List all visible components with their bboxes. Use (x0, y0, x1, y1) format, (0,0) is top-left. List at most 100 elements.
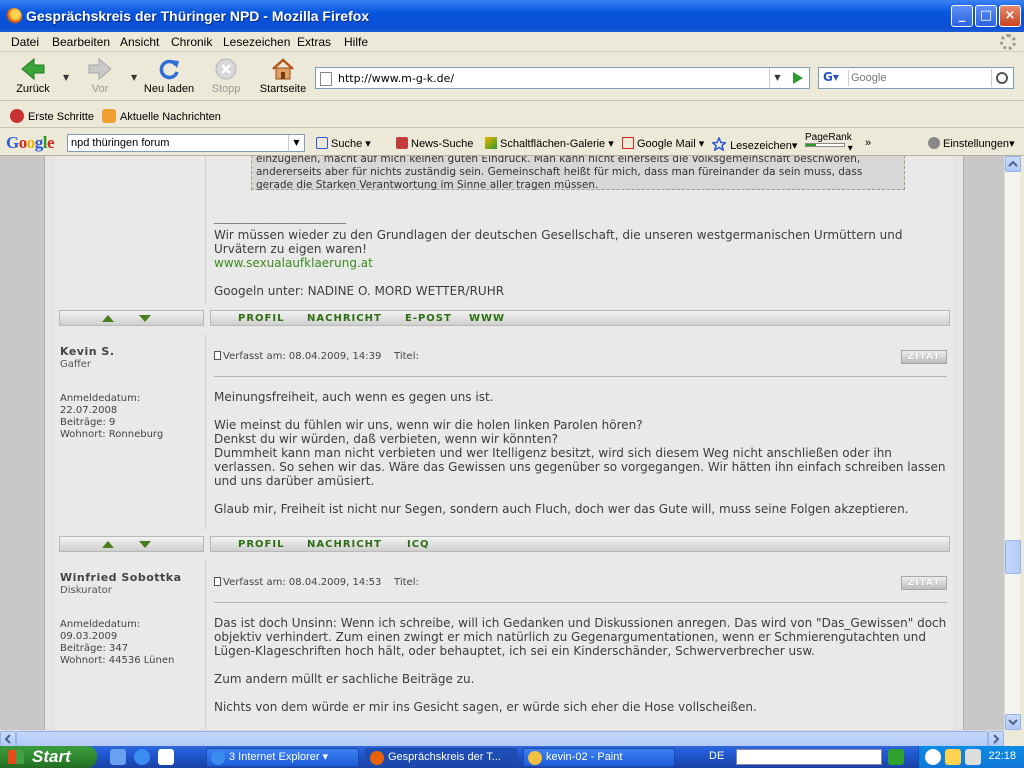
stop-button[interactable]: Stopp (206, 55, 246, 99)
post-icon (214, 351, 221, 360)
google-engine-icon[interactable]: G▾ (821, 70, 849, 86)
scroll-down-button[interactable] (1005, 714, 1021, 730)
google-g-icon (316, 137, 328, 149)
post-author[interactable]: Kevin S. (60, 345, 115, 358)
url-input[interactable] (338, 70, 778, 86)
www-button[interactable]: WWW (469, 313, 505, 324)
google-search-input[interactable] (71, 136, 283, 150)
menu-bearbeiten[interactable]: Bearbeiten (52, 35, 110, 49)
tray-network-icon[interactable] (965, 749, 981, 765)
start-button[interactable]: Start (0, 746, 97, 768)
scroll-down-arrow-icon[interactable] (139, 315, 151, 322)
tray-back-icon[interactable] (925, 749, 941, 765)
bookmark-aktuelle-nachrichten[interactable]: Aktuelle Nachrichten (102, 109, 221, 123)
google-search-box[interactable]: ▼ (67, 134, 305, 152)
forward-arrow-icon (87, 57, 113, 81)
stop-icon (213, 57, 239, 81)
url-bar[interactable]: ▼ (315, 67, 810, 89)
quicklaunch-media-icon[interactable] (110, 749, 126, 765)
signature-link[interactable]: www.sexualaufklaerung.at (214, 256, 949, 270)
star-icon (710, 136, 728, 152)
google-mail-button[interactable]: Google Mail ▾ (622, 137, 704, 150)
zitat-button[interactable]: ZITAT (901, 350, 947, 364)
profil-button[interactable]: PROFIL (238, 539, 284, 550)
scroll-down-arrow-icon[interactable] (139, 541, 151, 548)
nachricht-button[interactable]: NACHRICHT (307, 313, 382, 324)
home-button[interactable]: Startseite (256, 55, 310, 99)
throbber-icon (1000, 34, 1016, 50)
scroll-right-button[interactable] (988, 731, 1004, 747)
search-icon[interactable] (991, 69, 1011, 87)
post-author[interactable]: Winfried Sobottka (60, 571, 182, 584)
search-input[interactable] (851, 70, 989, 86)
google-news-button[interactable]: News-Suche (396, 137, 473, 150)
settings-icon (928, 137, 940, 149)
menu-ansicht[interactable]: Ansicht (120, 35, 159, 49)
reload-button[interactable]: Neu laden (142, 55, 196, 99)
post-author-rank: Diskurator (60, 585, 112, 596)
menu-extras[interactable]: Extras (297, 35, 331, 49)
horizontal-scroll-thumb[interactable] (16, 731, 988, 747)
search-bar[interactable]: G▾ (818, 67, 1014, 89)
post-author-meta: Anmeldedatum: 09.03.2009 Beiträge: 347 W… (60, 619, 175, 666)
bookmark-erste-schritte[interactable]: Erste Schritte (10, 109, 94, 123)
profil-button[interactable]: PROFIL (238, 313, 284, 324)
horizontal-scrollbar[interactable] (0, 730, 1004, 747)
column-divider (205, 334, 206, 530)
paint-icon (528, 751, 542, 765)
menu-chronik[interactable]: Chronik (171, 35, 212, 49)
task-paint[interactable]: kevin-02 - Paint (523, 748, 675, 767)
taskbar-search[interactable] (736, 749, 882, 765)
minimize-button[interactable]: _ (951, 5, 973, 27)
scroll-up-arrow-icon[interactable] (102, 541, 114, 548)
go-icon[interactable] (787, 69, 807, 87)
post-nav-bar (59, 536, 204, 552)
scroll-left-button[interactable] (0, 731, 16, 747)
menu-datei[interactable]: Datei (11, 35, 39, 49)
scroll-up-button[interactable] (1005, 156, 1021, 172)
quote-block: einzugehen, macht auf mich keinen guten … (251, 156, 905, 191)
column-divider (205, 156, 206, 304)
google-gallery-button[interactable]: Schaltflächen-Galerie ▾ (485, 137, 614, 150)
title-bar[interactable]: Gesprächskreis der Thüringer NPD - Mozil… (0, 0, 1024, 32)
icq-button[interactable]: ICQ (407, 539, 430, 550)
pagerank-indicator[interactable]: PageRank ▾ (805, 132, 853, 154)
close-button[interactable]: × (999, 5, 1021, 27)
menu-lesezeichen[interactable]: Lesezeichen (223, 35, 290, 49)
google-settings-button[interactable]: Einstellungen▾ (928, 137, 1015, 150)
task-firefox[interactable]: Gesprächskreis der T... (365, 748, 517, 767)
rss-icon (102, 109, 116, 123)
google-search-button[interactable]: Suche ▾ (316, 137, 371, 150)
tray-icon[interactable] (945, 749, 961, 765)
google-logo[interactable]: Google (6, 133, 55, 153)
quicklaunch-desktop-icon[interactable] (158, 749, 174, 765)
task-internet-explorer[interactable]: 3 Internet Explorer ▾ (206, 748, 359, 767)
post-action-bar: PROFIL NACHRICHT ICQ (55, 536, 953, 554)
forward-button[interactable]: Vor (80, 55, 120, 99)
back-button[interactable]: Zurück (10, 55, 56, 99)
google-bookmarks-button[interactable]: Lesezeichen▾ (710, 136, 797, 152)
post-header: Verfasst am: 08.04.2009, 14:39 Titel: (214, 351, 419, 362)
menu-hilfe[interactable]: Hilfe (344, 35, 368, 49)
google-more-button[interactable]: » (865, 137, 871, 149)
zitat-button[interactable]: ZITAT (901, 576, 947, 590)
post-icon (214, 577, 221, 586)
nachricht-button[interactable]: NACHRICHT (307, 539, 382, 550)
maximize-button[interactable]: □ (975, 5, 997, 27)
back-dropdown-icon[interactable]: ▼ (63, 73, 69, 82)
post-divider (214, 602, 947, 603)
column-divider (205, 560, 206, 730)
vertical-scrollbar[interactable] (1004, 156, 1021, 730)
forward-dropdown-icon[interactable]: ▼ (131, 73, 137, 82)
gallery-icon (485, 137, 497, 149)
url-dropdown-icon[interactable]: ▼ (769, 68, 785, 88)
vertical-scroll-thumb[interactable] (1005, 540, 1021, 574)
signature-line: ______________________ (214, 210, 346, 224)
go-arrow-icon[interactable] (888, 749, 904, 765)
epost-button[interactable]: E-POST (405, 313, 452, 324)
scroll-up-arrow-icon[interactable] (102, 315, 114, 322)
language-indicator[interactable]: DE (709, 750, 724, 762)
quicklaunch-ie-icon[interactable] (134, 749, 150, 765)
home-icon (270, 57, 296, 81)
google-search-dropdown-icon[interactable]: ▼ (288, 135, 304, 151)
